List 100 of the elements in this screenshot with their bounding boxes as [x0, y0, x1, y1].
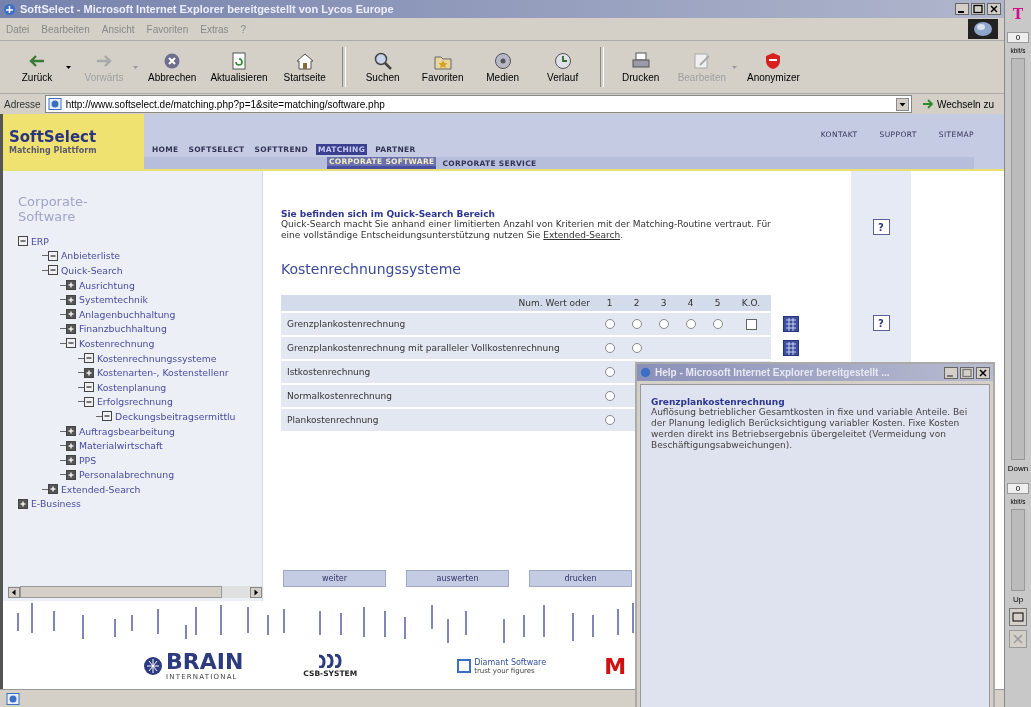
radio-button[interactable] [658, 319, 669, 329]
caret-icon[interactable] [66, 65, 71, 69]
criterion-label: Grenzplankostenrechnung [286, 318, 407, 331]
toolbar-button[interactable]: Abbrechen [144, 49, 201, 85]
radio-button[interactable] [604, 415, 615, 425]
toolbar-button[interactable]: Startseite [277, 49, 332, 85]
criterion-label: Normalkostenrechnung [286, 390, 393, 403]
collapse-icon[interactable] [84, 396, 94, 407]
radio-button[interactable] [604, 343, 615, 353]
criterion-label: Plankostenrechnung [286, 414, 380, 427]
radio-button[interactable] [604, 319, 615, 329]
down-rate-field: 0 [1007, 32, 1029, 43]
tree-item[interactable]: Quick-Search [61, 265, 123, 276]
close-icon[interactable] [987, 3, 1002, 15]
dropdown-icon[interactable] [895, 97, 909, 111]
logo-text: M [604, 653, 627, 679]
radio-button[interactable] [604, 367, 615, 377]
expand-icon[interactable] [66, 280, 76, 291]
site-tagline: Matching Plattform [9, 146, 98, 155]
collapse-icon[interactable] [18, 236, 28, 247]
radio-button[interactable] [631, 319, 642, 329]
form-button[interactable]: auswerten [406, 570, 509, 587]
tree-item[interactable]: Materialwirtschaft [79, 440, 163, 452]
expand-icon[interactable] [66, 455, 76, 466]
intro-text: Quick-Search macht Sie anhand einer limitierten Anzahl von Kriterien mit der Matching-Routine vertraut. Für eine vollständige Entscheidungsunterstützung nutzen Sie Extended-Search. [281, 219, 771, 241]
expand-icon[interactable] [66, 294, 76, 305]
tree-item[interactable]: Kostenplanung [97, 381, 167, 393]
tree-item[interactable]: Finanzbuchhaltung [79, 323, 167, 335]
page-icon [6, 692, 20, 705]
toolbar-button[interactable]: Verlauf [535, 49, 590, 85]
brain-logo-icon [143, 656, 163, 676]
scroll-left-icon[interactable] [8, 586, 20, 598]
browser-icon [640, 367, 651, 378]
collapse-icon[interactable] [48, 265, 58, 276]
tree-item[interactable]: Kostenarten-, Kostenstellenr [97, 367, 229, 379]
tree-item[interactable]: Deckungsbeitragsermittlu [115, 410, 236, 422]
collapse-icon[interactable] [48, 250, 58, 261]
toolbar-button[interactable]: Aktualisieren [206, 49, 272, 85]
go-button[interactable]: Wechseln zu [915, 98, 1001, 110]
tree-item[interactable]: Extended-Search [61, 483, 141, 495]
radio-button[interactable] [712, 319, 723, 329]
radio-button[interactable] [631, 343, 642, 353]
maximize-icon[interactable] [971, 3, 986, 15]
help-button[interactable]: ? [872, 219, 890, 235]
expand-icon[interactable] [66, 440, 76, 451]
expand-icon[interactable] [18, 499, 28, 509]
refresh-icon [229, 51, 249, 70]
tree-item[interactable]: Anbieterliste [61, 250, 121, 262]
form-button[interactable]: weiter [283, 570, 386, 587]
minimize-icon[interactable] [955, 3, 970, 15]
toolbar-button[interactable]: Suchen [355, 49, 410, 85]
expand-icon[interactable] [66, 323, 76, 334]
tree-item[interactable]: Kostenrechnung [79, 337, 155, 349]
ko-checkbox[interactable] [745, 318, 757, 330]
sidebar-title: Corporate- [18, 194, 89, 209]
tree-item[interactable]: Systemtechnik [79, 294, 148, 306]
form-button[interactable]: drucken [529, 570, 632, 587]
radio-button[interactable] [685, 319, 696, 329]
media-icon [492, 51, 513, 70]
home-icon [294, 51, 315, 70]
expand-icon[interactable] [66, 469, 76, 480]
collapse-icon[interactable] [66, 338, 76, 349]
down-label: Down [1007, 464, 1029, 473]
tree-item[interactable]: Auftragsbearbeitung [79, 425, 175, 437]
tree-item[interactable]: E-Business [31, 498, 81, 510]
help-button[interactable]: ? [872, 315, 890, 331]
radio-button[interactable] [604, 391, 615, 401]
collapse-icon[interactable] [84, 353, 94, 364]
horizontal-scrollbar[interactable] [8, 586, 262, 598]
tree-item[interactable]: Erfolgsrechnung [97, 396, 173, 408]
sidebar-title: Software [18, 209, 77, 224]
collapse-icon[interactable] [84, 382, 94, 393]
list-icon[interactable] [783, 340, 799, 356]
csb-logo-icon [317, 654, 344, 668]
tree-item[interactable]: Kostenrechnungssysteme [97, 352, 217, 364]
window-icon[interactable] [1009, 608, 1027, 626]
tree-item[interactable]: Ausrichtung [79, 279, 135, 291]
expand-icon[interactable] [66, 309, 76, 320]
toolbar-button[interactable]: Anonymizer [743, 49, 804, 85]
criterion-label: Istkostenrechnung [286, 366, 372, 379]
edit-icon [691, 51, 712, 70]
collapse-icon[interactable] [102, 411, 112, 422]
expand-icon[interactable] [84, 367, 94, 378]
page-icon [47, 98, 62, 110]
close-icon[interactable] [976, 366, 990, 379]
toolbar-button[interactable]: Medien [475, 49, 530, 85]
toolbar-button[interactable]: Drucken [613, 49, 668, 85]
tree-item[interactable]: ERP [31, 235, 49, 247]
list-icon[interactable] [783, 316, 799, 332]
scroll-right-icon[interactable] [250, 586, 262, 598]
address-field[interactable]: http://www.softselect.de/matching.php?p=1&site=matching/software.php [44, 95, 912, 113]
toolbar-button[interactable]: Zurück [10, 49, 64, 85]
tree-item[interactable]: PPS [79, 454, 97, 466]
scrollbar-thumb[interactable] [20, 586, 222, 598]
toolbar-button[interactable]: Favoriten [415, 49, 470, 85]
expand-icon[interactable] [66, 426, 76, 436]
tree-item[interactable]: Anlagenbuchhaltung [79, 308, 176, 320]
site-logo[interactable]: SoftSelect [9, 128, 144, 146]
tree-item[interactable]: Personalabrechnung [79, 469, 175, 481]
expand-icon[interactable] [48, 484, 58, 495]
